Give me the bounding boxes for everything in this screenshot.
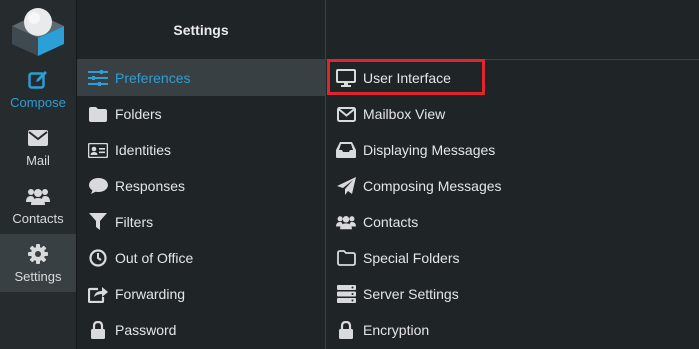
rail-settings-label: Settings: [14, 269, 62, 284]
pref-section-contacts[interactable]: Contacts: [326, 204, 699, 240]
settings-item-password[interactable]: Password: [77, 312, 325, 348]
settings-item-label: Identities: [115, 142, 172, 158]
rail-compose-label: Compose: [10, 95, 66, 110]
preferences-panel: User Interface Mailbox View Displaying M…: [326, 0, 699, 349]
pref-section-server-settings[interactable]: Server Settings: [326, 276, 699, 312]
pref-section-label: Mailbox View: [363, 106, 446, 122]
settings-item-label: Filters: [115, 214, 154, 230]
pref-section-mailbox-view[interactable]: Mailbox View: [326, 96, 699, 132]
rail-contacts-label: Contacts: [12, 211, 64, 226]
settings-panel: Settings Preferences Folders Identities …: [77, 0, 326, 349]
app-rail: Compose Mail Contacts Settings: [0, 0, 77, 349]
rail-contacts-button[interactable]: Contacts: [0, 176, 76, 234]
desktop-icon: [336, 68, 356, 88]
lock-icon: [87, 320, 109, 340]
rail-settings-button[interactable]: Settings: [0, 234, 76, 292]
pref-section-displaying-messages[interactable]: Displaying Messages: [326, 132, 699, 168]
lock-icon: [336, 320, 356, 340]
pref-section-label: Encryption: [363, 322, 430, 338]
inbox-icon: [336, 140, 356, 160]
settings-title: Settings: [77, 0, 325, 60]
settings-item-identities[interactable]: Identities: [77, 132, 325, 168]
settings-item-folders[interactable]: Folders: [77, 96, 325, 132]
pref-section-user-interface[interactable]: User Interface: [326, 60, 699, 96]
settings-item-forwarding[interactable]: Forwarding: [77, 276, 325, 312]
settings-item-label: Out of Office: [115, 250, 194, 266]
share-icon: [87, 284, 109, 304]
settings-item-label: Preferences: [115, 70, 191, 86]
paper-plane-icon: [336, 176, 356, 196]
rail-compose-button[interactable]: Compose: [0, 60, 76, 118]
server-icon: [336, 284, 356, 304]
settings-item-label: Forwarding: [115, 286, 186, 302]
folder-outline-icon: [336, 248, 356, 268]
pref-section-encryption[interactable]: Encryption: [326, 312, 699, 348]
settings-item-responses[interactable]: Responses: [77, 168, 325, 204]
pref-section-label: Special Folders: [363, 250, 460, 266]
settings-item-filters[interactable]: Filters: [77, 204, 325, 240]
settings-item-label: Password: [115, 322, 177, 338]
id-card-icon: [87, 140, 109, 160]
folder-icon: [87, 104, 109, 124]
settings-item-label: Folders: [115, 106, 162, 122]
roundcube-logo[interactable]: [10, 4, 66, 58]
envelope-icon: [336, 104, 356, 124]
pref-section-label: Composing Messages: [363, 178, 502, 194]
pref-section-label: User Interface: [363, 70, 451, 86]
gear-icon: [28, 243, 48, 265]
pref-section-special-folders[interactable]: Special Folders: [326, 240, 699, 276]
pref-section-label: Server Settings: [363, 286, 459, 302]
settings-item-label: Responses: [115, 178, 186, 194]
comment-icon: [87, 176, 109, 196]
preferences-header: [326, 0, 699, 60]
settings-item-preferences[interactable]: Preferences: [77, 60, 325, 96]
filter-icon: [87, 212, 109, 232]
pref-section-label: Displaying Messages: [363, 142, 496, 158]
pref-section-label: Contacts: [363, 214, 419, 230]
rail-mail-button[interactable]: Mail: [0, 118, 76, 176]
users-icon: [336, 212, 356, 232]
mail-icon: [28, 127, 48, 149]
clock-icon: [87, 248, 109, 268]
pref-section-composing-messages[interactable]: Composing Messages: [326, 168, 699, 204]
contacts-icon: [26, 185, 50, 207]
sliders-icon: [87, 68, 109, 88]
compose-icon: [28, 69, 48, 91]
rail-mail-label: Mail: [26, 153, 50, 168]
settings-item-out-of-office[interactable]: Out of Office: [77, 240, 325, 276]
